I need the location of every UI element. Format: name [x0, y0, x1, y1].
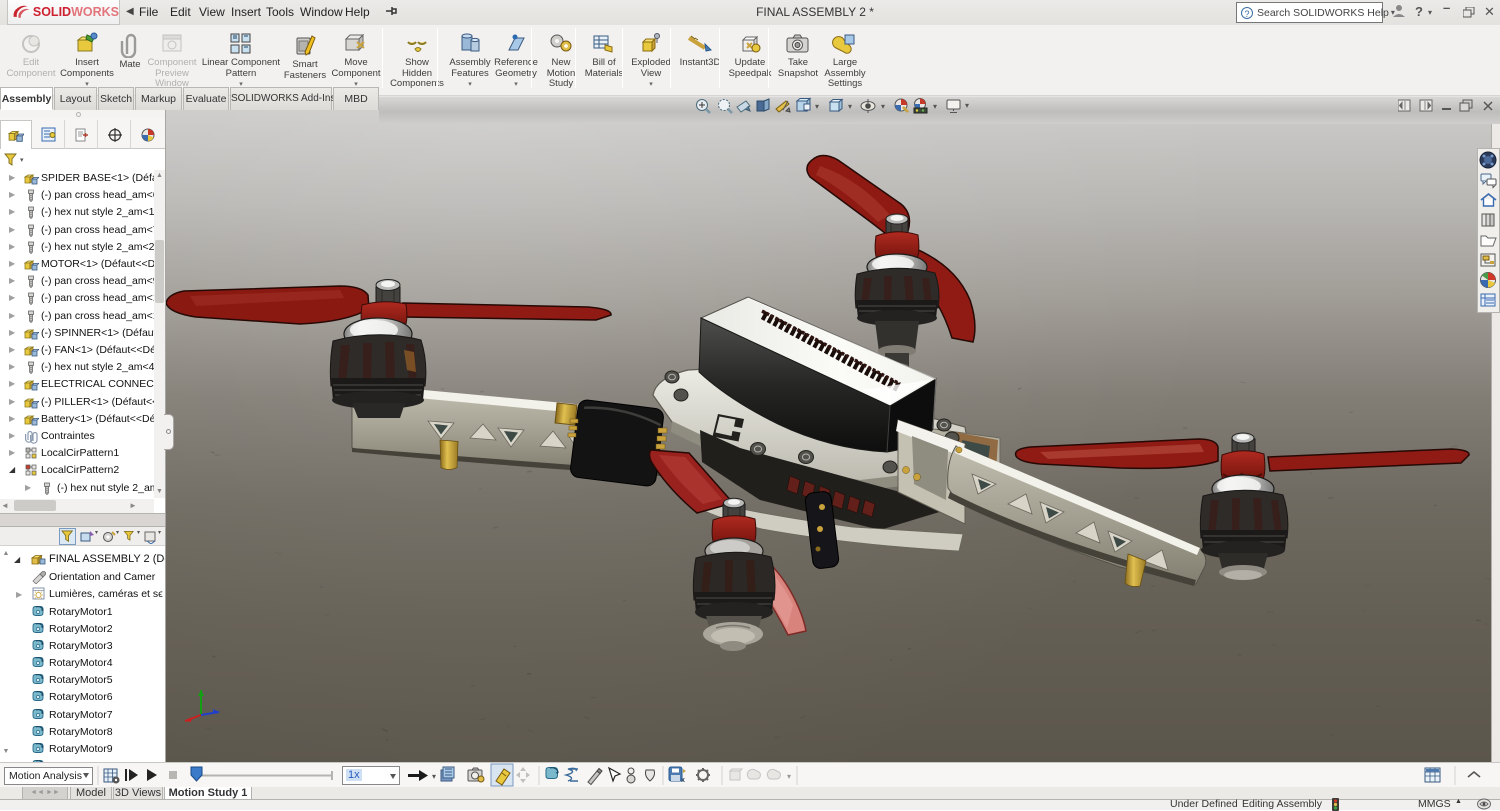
svg-text:▾: ▾: [815, 102, 819, 111]
svg-text:▾: ▾: [432, 772, 436, 781]
svg-text:▾: ▾: [787, 772, 791, 781]
svg-text:x: x: [681, 777, 685, 784]
svg-text:▾: ▾: [881, 102, 885, 111]
svg-text:▾: ▾: [848, 102, 852, 111]
svg-text:▾: ▾: [933, 102, 937, 111]
